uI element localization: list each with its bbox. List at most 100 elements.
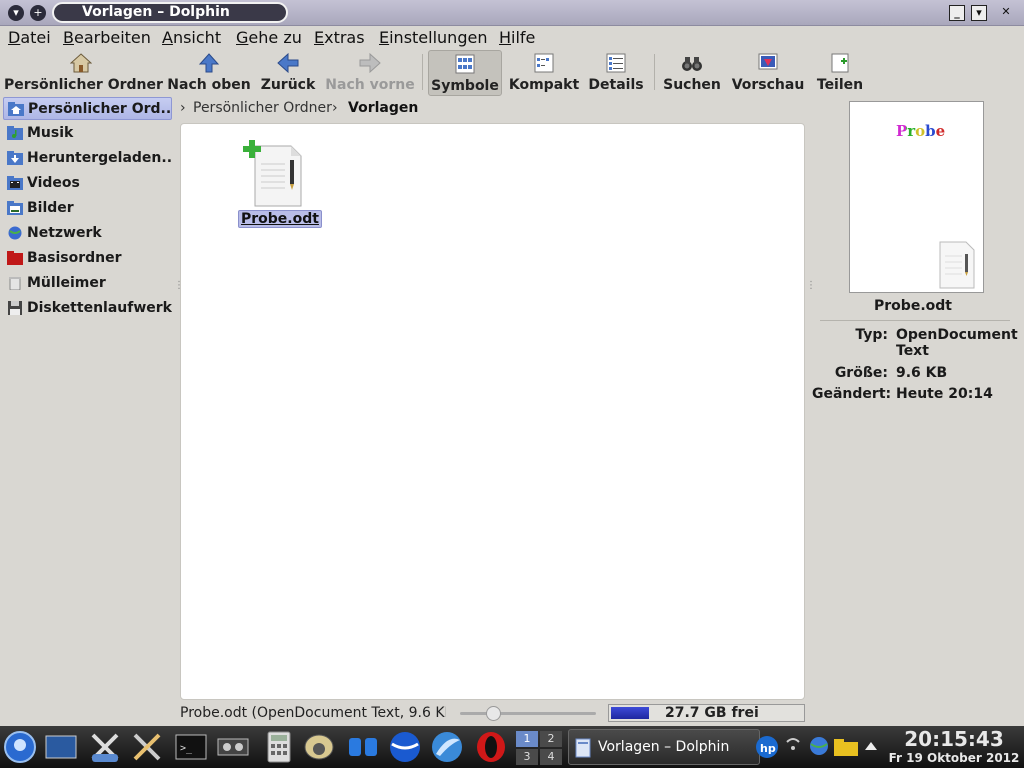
pictures-folder-icon [7, 201, 23, 215]
file-view[interactable]: Probe.odt [180, 123, 805, 700]
place-pictures[interactable]: Bilder [3, 197, 172, 220]
calculator-icon[interactable] [262, 730, 296, 764]
maximize-button[interactable]: ▾ [971, 5, 987, 21]
close-button[interactable]: ✕ [998, 5, 1014, 21]
up-button[interactable]: Nach oben [166, 50, 252, 96]
phone-icon[interactable] [302, 730, 336, 764]
preview-text: Probe [896, 122, 946, 140]
desktop-icon[interactable] [44, 730, 78, 764]
desktop-1[interactable]: 1 [516, 731, 538, 747]
tools-icon[interactable] [130, 730, 164, 764]
browser-globe-icon[interactable] [388, 730, 422, 764]
desktop-4[interactable]: 4 [540, 749, 562, 765]
arrow-right-icon [359, 53, 381, 73]
clock-time: 20:15:43 [904, 727, 1004, 751]
menu-ansicht[interactable]: Ansicht [162, 28, 221, 47]
desktop-3[interactable]: 3 [516, 749, 538, 765]
place-root[interactable]: Basisordner [3, 247, 172, 270]
details-view-button[interactable]: Details [586, 50, 646, 96]
place-label: Musik [27, 125, 74, 141]
compact-view-icon [534, 53, 554, 73]
place-trash[interactable]: Mülleimer [3, 272, 172, 295]
notifications-folder-icon[interactable] [832, 730, 860, 764]
binoculars-icon [682, 57, 702, 71]
file-name-label[interactable]: Probe.odt [238, 210, 322, 228]
window-menu-icon[interactable]: ▾ [8, 5, 24, 21]
svg-text:>_: >_ [180, 743, 193, 754]
opera-icon[interactable] [474, 730, 508, 764]
info-size-value: 9.6 KB [896, 365, 948, 381]
system-settings-icon[interactable] [88, 730, 122, 764]
menu-bearbeiten[interactable]: Bearbeiten [63, 28, 151, 47]
toolbar-separator [422, 54, 423, 90]
icons-view-icon [455, 54, 475, 74]
svg-text:hp: hp [760, 742, 776, 755]
kde-menu-icon[interactable] [3, 730, 37, 764]
place-floppy[interactable]: Diskettenlaufwerk [3, 297, 172, 320]
breadcrumb-current[interactable]: Vorlagen [348, 100, 418, 116]
desktop-2[interactable]: 2 [540, 731, 562, 747]
wireless-icon[interactable] [782, 730, 804, 764]
menu-datei[interactable]: Datei [8, 28, 51, 47]
place-label: Diskettenlaufwerk [27, 300, 172, 316]
breadcrumb-home[interactable]: Persönlicher Ordner [193, 100, 332, 116]
info-type-label: Typ: [855, 327, 888, 343]
share-button[interactable]: Teilen [812, 50, 868, 96]
task-dolphin[interactable]: Vorlagen – Dolphin [568, 729, 760, 765]
search-button[interactable]: Suchen [660, 50, 724, 96]
place-network[interactable]: Netzwerk [3, 222, 172, 245]
terminal-icon[interactable]: >_ [174, 730, 208, 764]
digital-clock[interactable]: 20:15:43 Fr 19 Oktober 2012 [884, 727, 1024, 765]
menu-einstellungen[interactable]: Einstellungen [379, 28, 487, 47]
menu-gehe-zu[interactable]: Gehe zu [236, 28, 302, 47]
network-globe-icon[interactable] [806, 730, 832, 764]
preview-icon [758, 53, 778, 70]
clock-date: Fr 19 Oktober 2012 [888, 751, 1020, 765]
bird-app-icon[interactable] [430, 730, 464, 764]
network-manager-icon[interactable] [346, 730, 380, 764]
place-label: Bilder [27, 200, 74, 216]
info-modified-value: Heute 20:14 [896, 386, 993, 402]
place-videos[interactable]: Videos [3, 172, 172, 195]
menu-extras[interactable]: Extras [314, 28, 365, 47]
home-folder-icon [8, 102, 24, 116]
toolbar-separator [654, 54, 655, 90]
places-panel: Persönlicher Ord... Musik Heruntergelade… [0, 96, 174, 724]
right-splitter-handle[interactable]: ⋮ [806, 280, 816, 291]
virtual-desktop-pager[interactable]: 1 2 3 4 [516, 731, 562, 765]
zoom-slider-handle[interactable] [486, 706, 501, 721]
file-item[interactable]: Probe.odt [237, 134, 322, 228]
compact-view-button[interactable]: Kompakt [508, 50, 580, 96]
arrow-up-icon [198, 53, 220, 73]
minimize-button[interactable]: _ [949, 5, 965, 21]
place-music[interactable]: Musik [3, 122, 172, 145]
breadcrumb-separator: › [332, 100, 338, 116]
home-button[interactable]: Persönlicher Ordner [4, 50, 163, 96]
floppy-icon [8, 301, 22, 315]
tape-icon[interactable] [216, 730, 250, 764]
trash-icon [9, 277, 21, 290]
back-button[interactable]: Zurück [258, 50, 318, 96]
icons-view-button[interactable]: Symbole [428, 50, 502, 96]
window-title: Vorlagen – Dolphin [52, 2, 288, 23]
zoom-slider-track[interactable] [460, 712, 596, 715]
odt-document-icon [243, 140, 302, 207]
info-size-label: Größe: [834, 365, 888, 381]
info-type-value: OpenDocument Text [896, 327, 1018, 359]
place-label: Netzwerk [27, 225, 102, 241]
status-bar: Probe.odt (OpenDocument Text, 9.6 KB) 27… [180, 703, 805, 723]
arrow-left-icon [277, 53, 299, 73]
place-downloads[interactable]: Heruntergeladen... [3, 147, 172, 170]
hp-icon[interactable]: hp [754, 730, 780, 764]
forward-button[interactable]: Nach vorne [324, 50, 416, 96]
tray-expand-icon[interactable] [862, 730, 880, 764]
title-bar: ▾ + Vorlagen – Dolphin _ ▾ ✕ [0, 0, 1024, 26]
left-splitter-handle[interactable]: ⋮ [174, 280, 184, 291]
preview-button[interactable]: Vorschau [730, 50, 806, 96]
info-divider [820, 320, 1010, 321]
keep-above-icon[interactable]: + [30, 5, 46, 21]
place-home[interactable]: Persönlicher Ord... [3, 97, 172, 120]
menu-hilfe[interactable]: Hilfe [499, 28, 535, 47]
home-icon [70, 53, 92, 73]
share-icon [831, 53, 849, 73]
